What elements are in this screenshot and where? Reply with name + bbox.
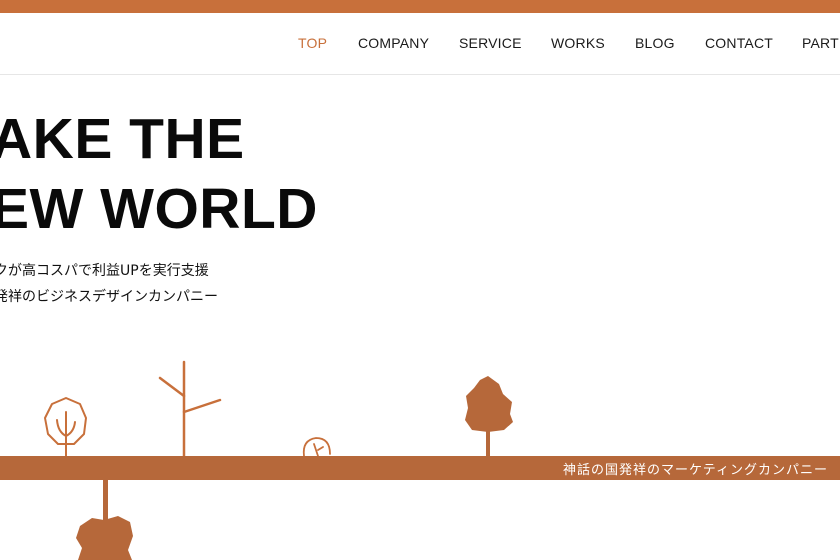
roots-icon xyxy=(76,476,133,560)
small-bush-icon xyxy=(302,437,331,457)
hero-title-line-1: AKE THE xyxy=(0,107,245,171)
nav-item-partner[interactable]: PARTN xyxy=(802,35,840,51)
band-tagline: 神話の国発祥のマーケティングカンパニー xyxy=(563,463,828,478)
hero-subtitle-line-2: 発祥のビジネスデザインカンパニー xyxy=(0,289,218,305)
nav-item-service[interactable]: SERVICE xyxy=(459,35,522,51)
hero-title-line-2: EW WORLD xyxy=(0,177,318,241)
nav-item-company[interactable]: COMPANY xyxy=(358,35,429,51)
nav-item-contact[interactable]: CONTACT xyxy=(705,35,773,51)
nav-item-blog[interactable]: BLOG xyxy=(635,35,675,51)
hero-subtitle-line-1: クが高コスパで利益UPを実行支援 xyxy=(0,263,209,279)
ground-band: 神話の国発祥のマーケティングカンパニー xyxy=(0,456,840,480)
illustration-scene xyxy=(44,360,513,560)
filled-tree-icon xyxy=(465,376,513,456)
nav-item-works[interactable]: WORKS xyxy=(551,35,605,51)
bare-tree-icon xyxy=(158,360,222,464)
main-navigation: TOP COMPANY SERVICE WORKS BLOG CONTACT P… xyxy=(0,13,840,75)
top-accent-bar xyxy=(0,0,840,13)
nav-item-top[interactable]: TOP xyxy=(298,35,327,51)
round-tree-outline-icon xyxy=(44,397,87,457)
